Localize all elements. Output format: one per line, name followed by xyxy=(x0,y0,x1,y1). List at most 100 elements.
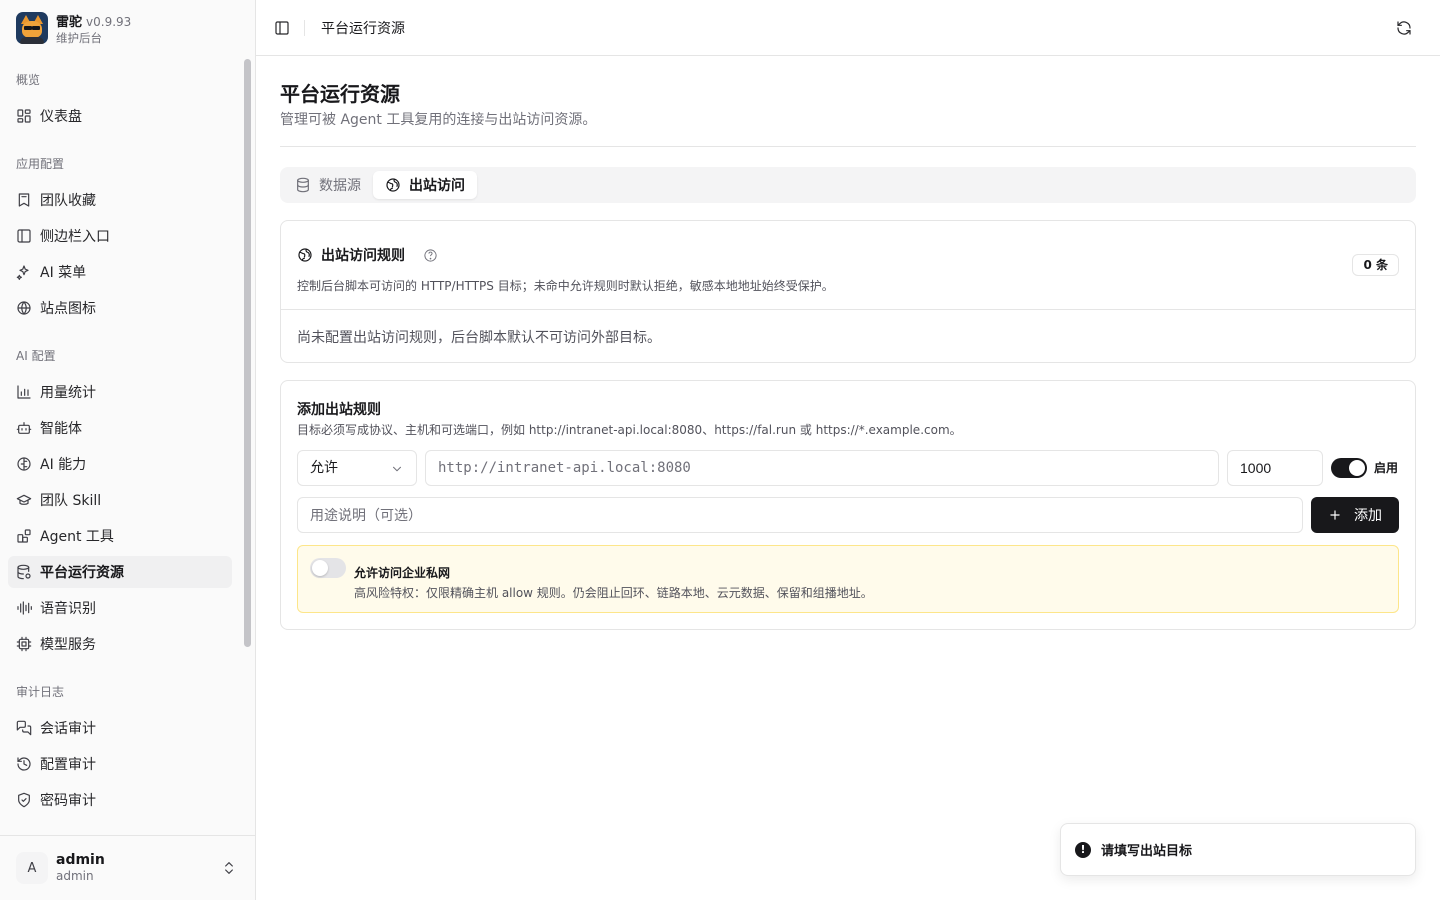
purpose-input[interactable] xyxy=(297,497,1303,533)
action-select-value: 允许 xyxy=(310,460,338,476)
bot-icon xyxy=(16,422,32,434)
toast-message: 请填写出站目标 xyxy=(1101,844,1193,859)
sidebar-item-ai-menu[interactable]: AI 菜单 xyxy=(8,256,232,288)
sidebar-item-password-audit[interactable]: 密码审计 xyxy=(8,784,232,816)
page-description: 管理可被 Agent 工具复用的连接与出站访问资源。 xyxy=(280,112,597,128)
sidebar-item-team-skill[interactable]: 团队 Skill xyxy=(8,484,232,516)
sidebar-item-label: 侧边栏入口 xyxy=(40,229,110,245)
cpu-icon xyxy=(16,636,32,652)
brand-name: 雷驼 xyxy=(56,14,83,30)
outbound-rules-card: 出站访问规则 控制后台脚本可访问的 HTTP/HTTPS 目标；未命中允许规则时… xyxy=(280,220,1416,363)
private-network-description: 高风险特权：仅限精确主机 allow 规则。仍会阻止回环、链路本地、云元数据、保… xyxy=(354,586,873,600)
group-label-audit-logs: 审计日志 xyxy=(16,685,65,699)
toast-notification: ! 请填写出站目标 xyxy=(1060,823,1416,876)
avatar: A xyxy=(16,852,48,884)
sidebar-item-speech-recognition[interactable]: 语音识别 xyxy=(8,592,232,624)
target-input[interactable] xyxy=(425,450,1219,486)
user-menu[interactable]: A admin admin xyxy=(0,835,255,900)
rules-description: 控制后台脚本可访问的 HTTP/HTTPS 目标；未命中允许规则时默认拒绝，敏感… xyxy=(297,279,834,293)
brand[interactable]: 雷驼 v0.9.93 维护后台 xyxy=(0,0,255,56)
audio-waveform-icon xyxy=(17,601,32,615)
globe-icon xyxy=(386,178,400,192)
camel-mascot-logo xyxy=(16,12,48,44)
sidebar-item-label: 用量统计 xyxy=(40,385,96,401)
add-button-label: 添加 xyxy=(1354,508,1382,524)
rules-title: 出站访问规则 xyxy=(321,248,405,264)
sidebar-item-session-audit[interactable]: 会话审计 xyxy=(8,712,232,744)
database-icon xyxy=(297,177,309,193)
sidebar-item-agents[interactable]: 智能体 xyxy=(8,412,232,444)
user-role: admin xyxy=(56,869,94,884)
add-rule-button[interactable]: 添加 xyxy=(1311,497,1399,533)
sidebar-item-label: 智能体 xyxy=(40,421,82,437)
sidebar-item-site-icon[interactable]: 站点图标 xyxy=(8,292,232,324)
header-separator xyxy=(304,19,305,36)
blocks-icon xyxy=(17,529,31,543)
sidebar-item-label: AI 菜单 xyxy=(40,265,87,281)
rules-empty-state: 尚未配置出站访问规则，后台脚本默认不可访问外部目标。 xyxy=(297,330,661,346)
sidebar-item-label: 配置审计 xyxy=(40,757,96,773)
database-cog-icon xyxy=(17,564,31,580)
sidebar-item-label: Agent 工具 xyxy=(40,529,114,545)
sidebar-item-label: 平台运行资源 xyxy=(40,565,124,581)
sidebar-icon xyxy=(17,229,31,243)
sidebar-item-sidebar-entry[interactable]: 侧边栏入口 xyxy=(8,220,232,252)
group-label-overview: 概览 xyxy=(16,73,41,87)
globe-icon xyxy=(298,248,312,262)
enable-switch[interactable] xyxy=(1331,458,1367,478)
tab-label: 数据源 xyxy=(319,178,361,194)
brand-version: v0.9.93 xyxy=(86,14,132,29)
sidebar-item-model-service[interactable]: 模型服务 xyxy=(8,628,232,660)
private-network-switch[interactable] xyxy=(310,558,346,578)
user-name: admin xyxy=(56,852,105,869)
tab-label: 出站访问 xyxy=(409,178,465,194)
resource-tabs: 数据源 出站访问 xyxy=(280,167,1416,203)
brand-subtitle: 维护后台 xyxy=(56,30,102,45)
header-title: 平台运行资源 xyxy=(321,20,405,37)
history-icon xyxy=(17,757,31,771)
page-title: 平台运行资源 xyxy=(280,82,400,106)
sidebar-item-team-favorites[interactable]: 团队收藏 xyxy=(8,184,232,216)
rule-count-badge: 0 条 xyxy=(1352,254,1399,276)
sidebar-item-ai-capabilities[interactable]: AI 能力 xyxy=(8,448,232,480)
sidebar-item-label: 密码审计 xyxy=(40,793,96,809)
add-rule-title: 添加出站规则 xyxy=(297,402,381,418)
sidebar-item-label: 会话审计 xyxy=(40,721,96,737)
sidebar-item-label: 模型服务 xyxy=(40,637,96,653)
sidebar-item-label: 仪表盘 xyxy=(40,109,82,125)
sidebar-item-platform-resources[interactable]: 平台运行资源 xyxy=(8,556,232,588)
plus-icon xyxy=(1330,510,1340,520)
bar-chart-icon xyxy=(17,385,31,399)
private-network-title: 允许访问企业私网 xyxy=(354,566,451,580)
sidebar-scrollbar[interactable] xyxy=(241,56,255,835)
brain-icon xyxy=(17,457,31,471)
sidebar-item-config-audit[interactable]: 配置审计 xyxy=(8,748,232,780)
sidebar-scroll-thumb[interactable] xyxy=(244,59,251,647)
sidebar-toggle-icon[interactable] xyxy=(274,20,290,36)
globe-icon xyxy=(17,301,31,315)
help-circle-icon[interactable] xyxy=(423,248,438,263)
sidebar-item-label: 团队收藏 xyxy=(40,193,96,209)
graduation-cap-icon xyxy=(16,494,32,505)
top-header: 平台运行资源 xyxy=(256,0,1440,56)
alert-circle-icon: ! xyxy=(1075,841,1091,858)
sidebar: 雷驼 v0.9.93 维护后台 概览 仪表盘 应用配置 团队收藏 侧边栏入口 AI… xyxy=(0,0,256,900)
sidebar-item-dashboard[interactable]: 仪表盘 xyxy=(8,100,232,132)
priority-input[interactable] xyxy=(1227,450,1323,486)
dashboard-icon xyxy=(17,109,31,123)
tab-data-source[interactable]: 数据源 xyxy=(283,171,373,199)
tab-outbound-access[interactable]: 出站访问 xyxy=(373,171,477,199)
action-select[interactable]: 允许 xyxy=(297,450,417,486)
main-content: 平台运行资源 管理可被 Agent 工具复用的连接与出站访问资源。 数据源 出站… xyxy=(280,56,1416,630)
sidebar-item-agent-tools[interactable]: Agent 工具 xyxy=(8,520,232,552)
sidebar-item-label: 团队 Skill xyxy=(40,493,102,509)
divider xyxy=(280,146,1416,147)
sidebar-nav: 概览 仪表盘 应用配置 团队收藏 侧边栏入口 AI 菜单 站点图标 AI 配置 … xyxy=(0,56,240,835)
refresh-icon[interactable] xyxy=(1396,20,1412,36)
private-network-panel: 允许访问企业私网 高风险特权：仅限精确主机 allow 规则。仍会阻止回环、链路… xyxy=(297,545,1399,613)
group-label-ai-config: AI 配置 xyxy=(16,349,56,363)
add-rule-description: 目标必须写成协议、主机和可选端口，例如 http://intranet-api.… xyxy=(297,423,962,437)
sidebar-item-label: 语音识别 xyxy=(40,601,96,617)
sidebar-item-usage-stats[interactable]: 用量统计 xyxy=(8,376,232,408)
chat-icon xyxy=(16,720,32,736)
